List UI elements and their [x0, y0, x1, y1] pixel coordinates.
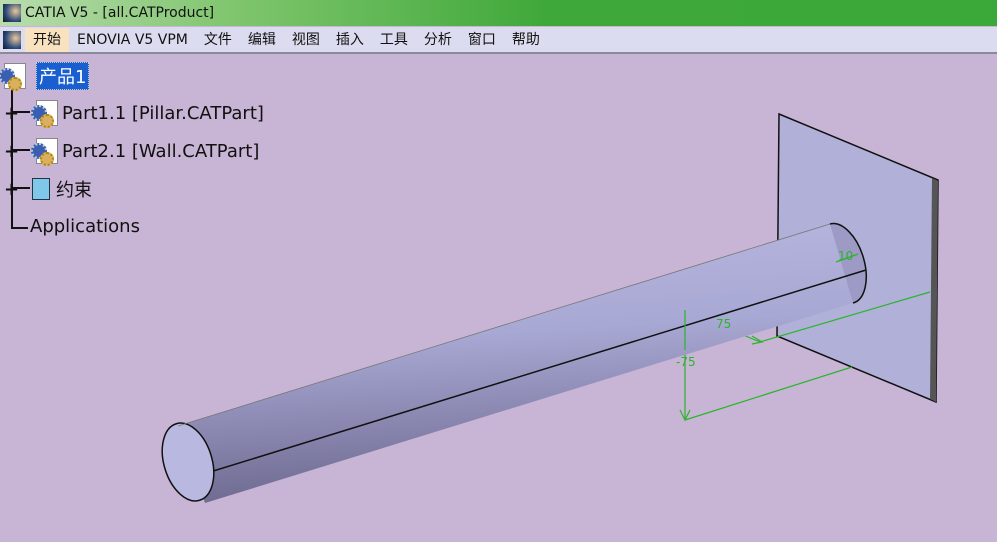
part-icon	[31, 100, 58, 128]
dimension-offset-y[interactable]: -75	[676, 355, 696, 369]
title-bar: CATIA V5 - [all.CATProduct]	[0, 0, 997, 26]
menu-file[interactable]: 文件	[196, 28, 240, 52]
menu-tools[interactable]: 工具	[372, 28, 416, 52]
catia-app-icon[interactable]	[3, 4, 21, 22]
dimension-diameter[interactable]: 10	[838, 249, 853, 263]
menu-bar: 开始 ENOVIA V5 VPM 文件 编辑 视图 插入 工具 分析 窗口 帮助	[0, 27, 997, 54]
expand-icon[interactable]: +	[4, 141, 20, 162]
tree-item-label: 约束	[56, 180, 92, 201]
3d-viewport[interactable]: 10 75 -75	[0, 54, 997, 542]
tree-item-applications[interactable]: Applications	[30, 216, 140, 237]
tree-item-label: Applications	[30, 216, 140, 237]
tree-item-label: Part2.1 [Wall.CATPart]	[62, 140, 260, 162]
menu-start[interactable]: 开始	[25, 27, 69, 52]
catia-menu-icon[interactable]	[3, 30, 21, 49]
tree-item-label: Part1.1 [Pillar.CATPart]	[62, 102, 264, 124]
menu-window[interactable]: 窗口	[460, 28, 504, 52]
expand-icon[interactable]: +	[4, 103, 20, 124]
tree-item-part2[interactable]: + Part2.1 [Wall.CATPart]	[4, 138, 260, 166]
tree-root[interactable]: 产品1	[0, 62, 90, 91]
menu-analyze[interactable]: 分析	[416, 28, 460, 52]
part-icon	[31, 138, 58, 166]
expand-icon[interactable]: +	[4, 179, 20, 200]
menu-enovia[interactable]: ENOVIA V5 VPM	[69, 28, 196, 52]
menu-help[interactable]: 帮助	[504, 28, 548, 52]
tree-item-constraints[interactable]: + 约束	[4, 176, 92, 202]
window-title: CATIA V5 - [all.CATProduct]	[25, 5, 215, 21]
pillar-cylinder[interactable]	[153, 222, 867, 508]
menu-insert[interactable]: 插入	[328, 28, 372, 52]
product-icon	[0, 63, 26, 91]
root-label: 产品1	[36, 62, 90, 90]
dimension-offset-x[interactable]: 75	[716, 317, 731, 331]
menu-edit[interactable]: 编辑	[240, 28, 284, 52]
constraints-icon	[32, 178, 50, 200]
menu-view[interactable]: 视图	[284, 28, 328, 52]
tree-item-part1[interactable]: + Part1.1 [Pillar.CATPart]	[4, 100, 264, 128]
